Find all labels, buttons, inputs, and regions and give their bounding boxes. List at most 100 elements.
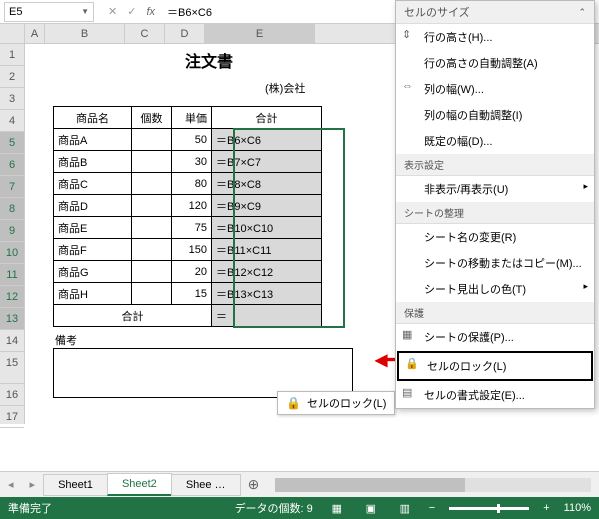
chevron-up-icon[interactable]: ⌃ — [578, 7, 586, 18]
cell[interactable]: 商品A — [54, 129, 132, 151]
row-header[interactable]: 8 — [0, 198, 24, 220]
menu-col-width[interactable]: ⇔列の幅(W)... — [396, 76, 594, 102]
th-price[interactable]: 単価 — [172, 107, 212, 129]
zoom-out-button[interactable]: − — [429, 502, 435, 514]
row-header[interactable]: 3 — [0, 88, 24, 110]
col-header[interactable]: C — [125, 24, 165, 43]
cell-lock-tooltip[interactable]: 🔒 セルのロック(L) — [277, 391, 395, 415]
col-header[interactable]: E — [205, 24, 315, 43]
scrollbar-thumb[interactable] — [275, 478, 464, 492]
cell[interactable]: 30 — [172, 151, 212, 173]
col-header[interactable]: B — [45, 24, 125, 43]
menu-protect[interactable]: ▦シートの保護(P)... — [396, 324, 594, 350]
menu-format[interactable]: ▤セルの書式設定(E)... — [396, 382, 594, 408]
row-header[interactable]: 1 — [0, 44, 24, 66]
cell[interactable]: 15 — [172, 283, 212, 305]
sheet-tab[interactable]: Shee … — [171, 474, 241, 496]
remark-label[interactable]: 備考 — [55, 332, 77, 348]
zoom-thumb[interactable] — [497, 504, 500, 513]
view-layout-icon[interactable]: ▣ — [361, 500, 381, 516]
menu-move[interactable]: シートの移動またはコピー(M)... — [396, 250, 594, 276]
view-normal-icon[interactable]: ▦ — [327, 500, 347, 516]
name-box[interactable]: E5 ▼ — [4, 2, 94, 22]
th-total[interactable]: 合計 — [212, 107, 322, 129]
format-icon: ▤ — [402, 386, 412, 399]
th-qty[interactable]: 個数 — [132, 107, 172, 129]
cell[interactable]: 商品E — [54, 217, 132, 239]
row-header[interactable]: 2 — [0, 66, 24, 88]
menu-rename[interactable]: シート名の変更(R) — [396, 224, 594, 250]
cell[interactable]: ＝B6×C6 — [212, 129, 322, 151]
zoom-in-button[interactable]: + — [543, 502, 549, 514]
cell[interactable]: 50 — [172, 129, 212, 151]
tab-nav-prev[interactable]: ◂ — [0, 478, 22, 491]
row-header[interactable]: 7 — [0, 176, 24, 198]
row-header[interactable]: 10 — [0, 242, 24, 264]
row-header[interactable]: 17 — [0, 406, 24, 428]
row-header[interactable]: 12 — [0, 286, 24, 308]
sheet-tab[interactable]: Sheet2 — [107, 473, 172, 496]
row-header[interactable]: 16 — [0, 384, 24, 406]
row-header[interactable]: 4 — [0, 110, 24, 132]
cell[interactable]: 商品C — [54, 173, 132, 195]
zoom-slider[interactable] — [449, 507, 529, 510]
row-header[interactable]: 9 — [0, 220, 24, 242]
cell[interactable]: 75 — [172, 217, 212, 239]
cell[interactable]: 120 — [172, 195, 212, 217]
cell[interactable] — [132, 151, 172, 173]
col-header[interactable]: A — [25, 24, 45, 43]
row-header[interactable]: 15 — [0, 352, 24, 384]
row-header[interactable]: 5 — [0, 132, 24, 154]
cell[interactable]: ＝B9×C9 — [212, 195, 322, 217]
menu-col-auto[interactable]: 列の幅の自動調整(I) — [396, 102, 594, 128]
cell[interactable]: 商品B — [54, 151, 132, 173]
horizontal-scrollbar[interactable] — [275, 478, 591, 492]
cell[interactable]: 商品G — [54, 261, 132, 283]
menu-row-auto[interactable]: 行の高さの自動調整(A) — [396, 50, 594, 76]
row-header[interactable]: 11 — [0, 264, 24, 286]
menu-def-width[interactable]: 既定の幅(D)... — [396, 128, 594, 154]
row-header[interactable]: 13 — [0, 308, 24, 330]
cell[interactable]: 商品D — [54, 195, 132, 217]
add-sheet-button[interactable]: ⊕ — [240, 476, 268, 493]
cell[interactable] — [132, 239, 172, 261]
cell[interactable]: ＝B7×C7 — [212, 151, 322, 173]
cell[interactable]: ＝B8×C8 — [212, 173, 322, 195]
cell[interactable] — [132, 129, 172, 151]
menu-hide-show[interactable]: 非表示/再表示(U)▸ — [396, 176, 594, 202]
cell[interactable]: ＝B10×C10 — [212, 217, 322, 239]
cell[interactable]: ＝B13×C13 — [212, 283, 322, 305]
chevron-down-icon[interactable]: ▼ — [81, 7, 89, 16]
cell[interactable]: 商品F — [54, 239, 132, 261]
menu-section: 表示設定 — [396, 154, 594, 176]
cell[interactable]: 商品H — [54, 283, 132, 305]
cell[interactable] — [132, 283, 172, 305]
accept-icon[interactable]: ✓ — [127, 5, 136, 18]
sheet-tab[interactable]: Sheet1 — [43, 474, 108, 496]
view-break-icon[interactable]: ▥ — [395, 500, 415, 516]
cell[interactable]: ＝ — [212, 305, 322, 327]
menu-row-height[interactable]: ⇕行の高さ(H)... — [396, 24, 594, 50]
menu-tab-color[interactable]: シート見出しの色(T)▸ — [396, 276, 594, 302]
cell[interactable] — [132, 217, 172, 239]
cell[interactable]: 20 — [172, 261, 212, 283]
cell[interactable]: ＝B11×C11 — [212, 239, 322, 261]
fx-icon[interactable]: fx — [146, 6, 155, 18]
cell[interactable]: 80 — [172, 173, 212, 195]
zoom-value[interactable]: 110% — [564, 502, 591, 514]
cell[interactable] — [132, 261, 172, 283]
cell[interactable] — [132, 173, 172, 195]
cancel-icon[interactable]: ✕ — [108, 5, 117, 18]
cell[interactable] — [132, 195, 172, 217]
row-header[interactable]: 14 — [0, 330, 24, 352]
th-name[interactable]: 商品名 — [54, 107, 132, 129]
menu-lock[interactable]: 🔒セルのロック(L) — [397, 351, 593, 381]
tab-nav-next[interactable]: ▸ — [22, 478, 44, 491]
select-all-corner[interactable] — [0, 24, 25, 43]
row-header[interactable]: 6 — [0, 154, 24, 176]
context-menu: セルのサイズ⌃ ⇕行の高さ(H)... 行の高さの自動調整(A) ⇔列の幅(W)… — [395, 0, 595, 409]
total-label[interactable]: 合計 — [54, 305, 212, 327]
cell[interactable]: ＝B12×C12 — [212, 261, 322, 283]
col-header[interactable]: D — [165, 24, 205, 43]
cell[interactable]: 150 — [172, 239, 212, 261]
